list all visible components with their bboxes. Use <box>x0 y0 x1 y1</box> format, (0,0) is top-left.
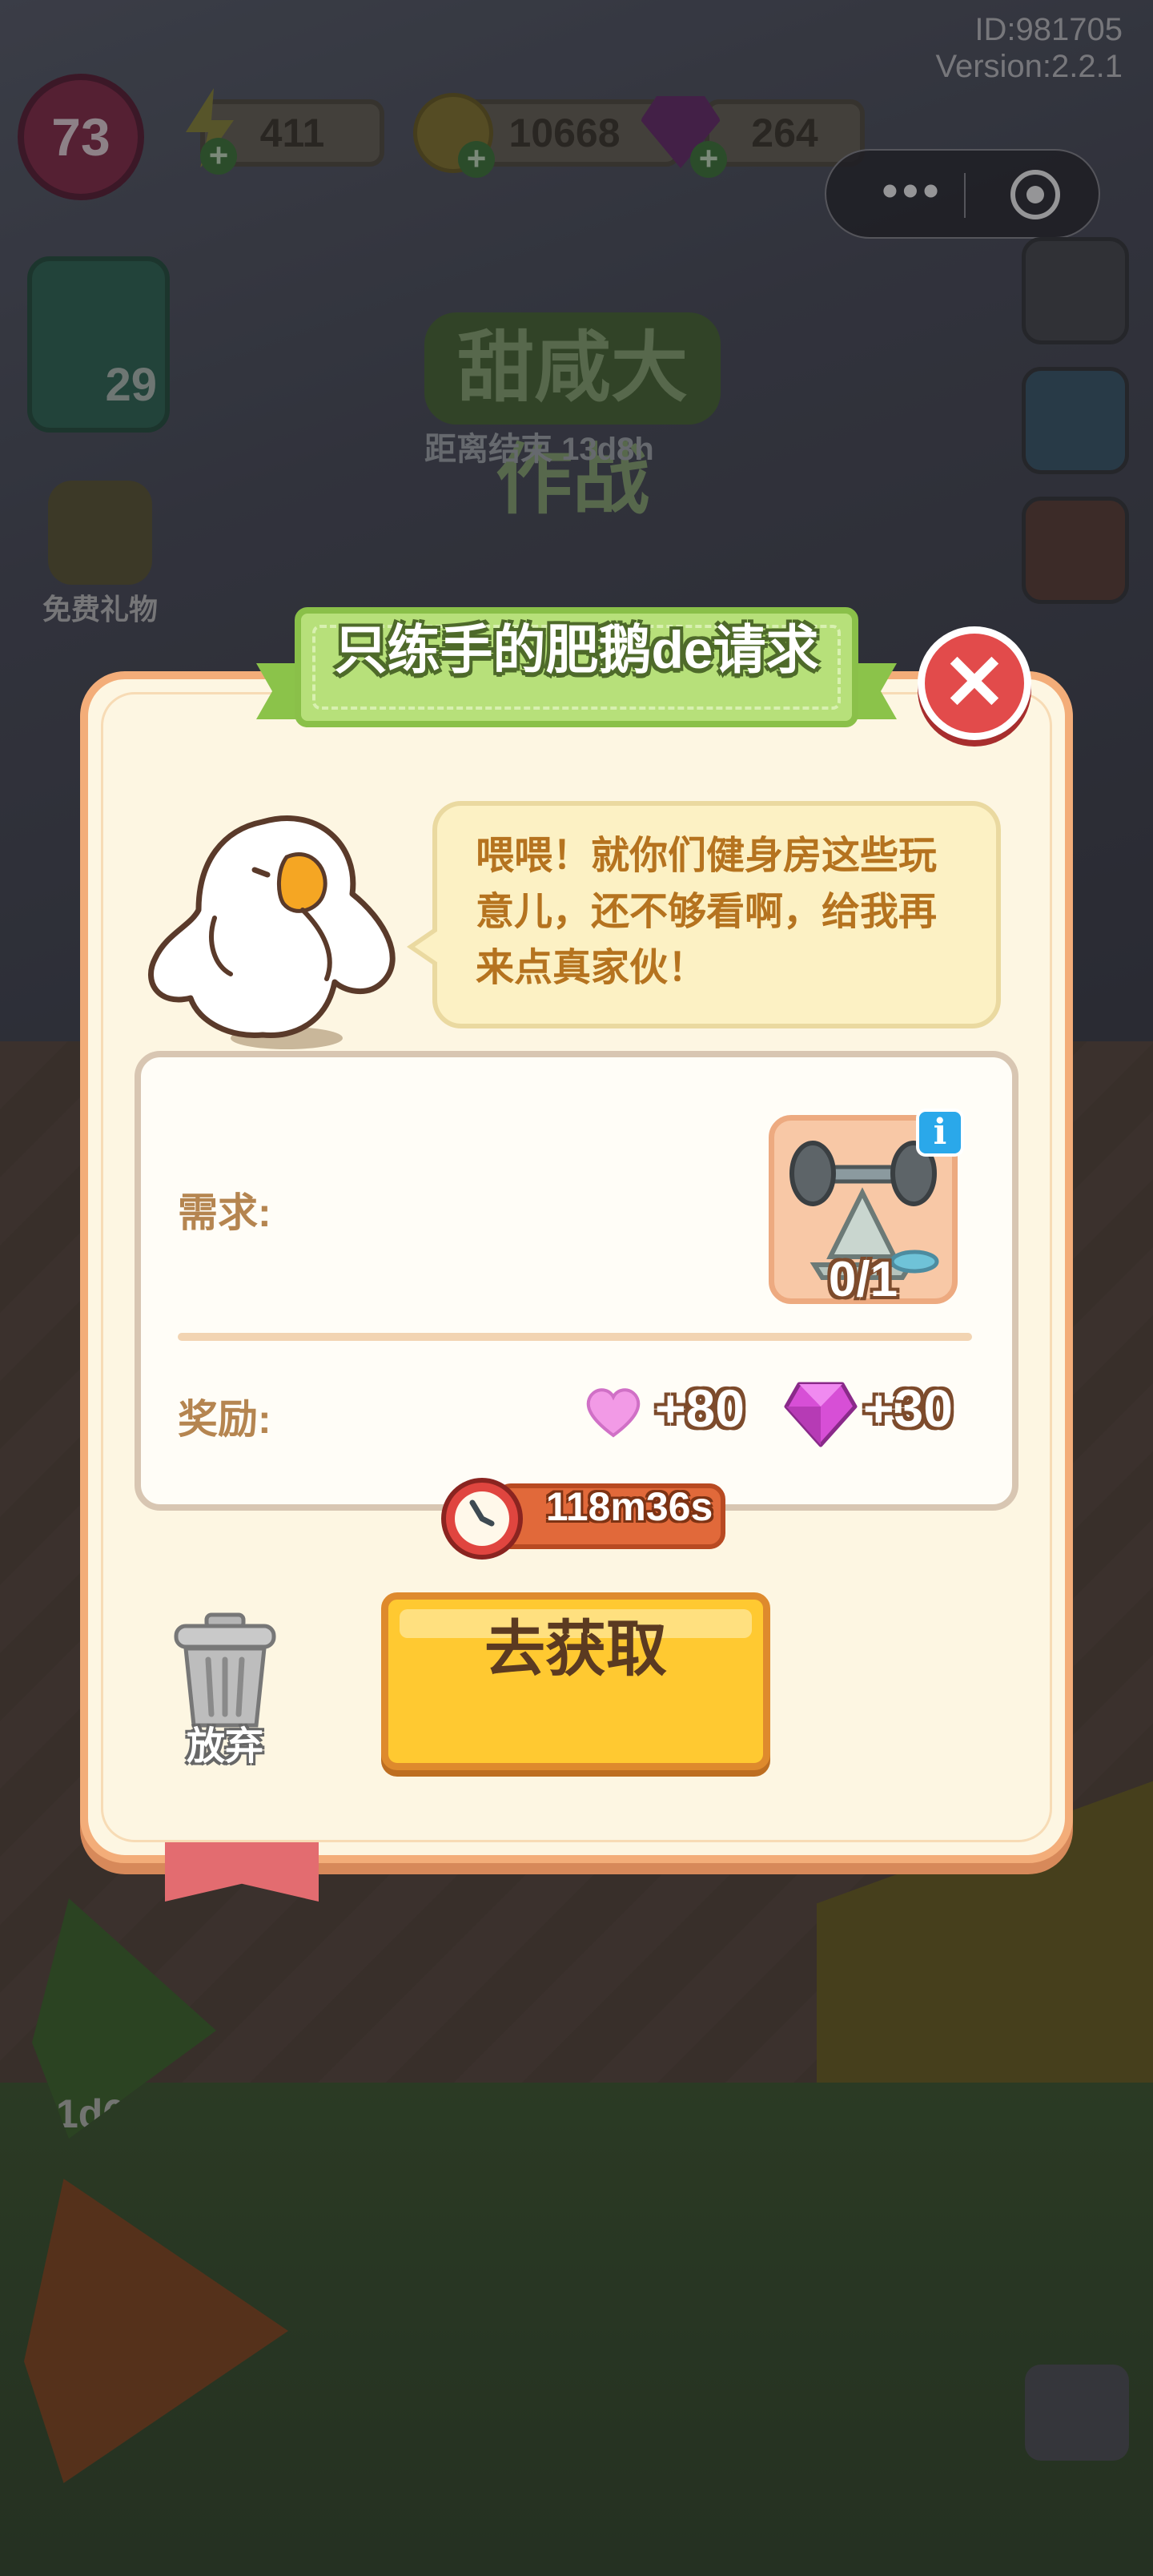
dialog-title-ribbon: 只练手的肥鹅de请求 <box>256 607 897 734</box>
reward-heart-amount: +80 <box>655 1379 745 1438</box>
trash-can-icon <box>174 1612 276 1728</box>
reward-label: 奖励: <box>178 1397 271 1442</box>
close-button[interactable]: ✕ <box>918 626 1031 740</box>
timer-text: 118m36s <box>545 1484 713 1529</box>
clock-icon <box>441 1478 523 1560</box>
fat-goose-character <box>143 798 415 1062</box>
request-label: 需求: <box>178 1190 271 1235</box>
request-item-progress: 0/1 <box>828 1252 898 1307</box>
speech-bubble: 喂喂！就你们健身房这些玩意儿，还不够看啊，给我再来点真家伙！ <box>407 801 1001 1028</box>
close-icon: ✕ <box>942 640 1007 726</box>
request-timer: 118m36s <box>439 1475 725 1560</box>
abandon-label: 放弃 <box>186 1725 263 1768</box>
heart-icon <box>586 1388 641 1438</box>
panel-divider <box>178 1333 972 1341</box>
gem-icon <box>784 1382 858 1447</box>
info-icon[interactable]: i <box>916 1109 964 1157</box>
go-get-label: 去获取 <box>484 1616 667 1684</box>
go-get-button[interactable]: 去获取 <box>381 1592 770 1770</box>
speech-text: 喂喂！就你们健身房这些玩意儿，还不够看啊，给我再来点真家伙！ <box>476 835 938 989</box>
dialog-title: 只练手的肥鹅de请求 <box>334 620 819 679</box>
reward-gem-amount: +30 <box>863 1379 953 1438</box>
